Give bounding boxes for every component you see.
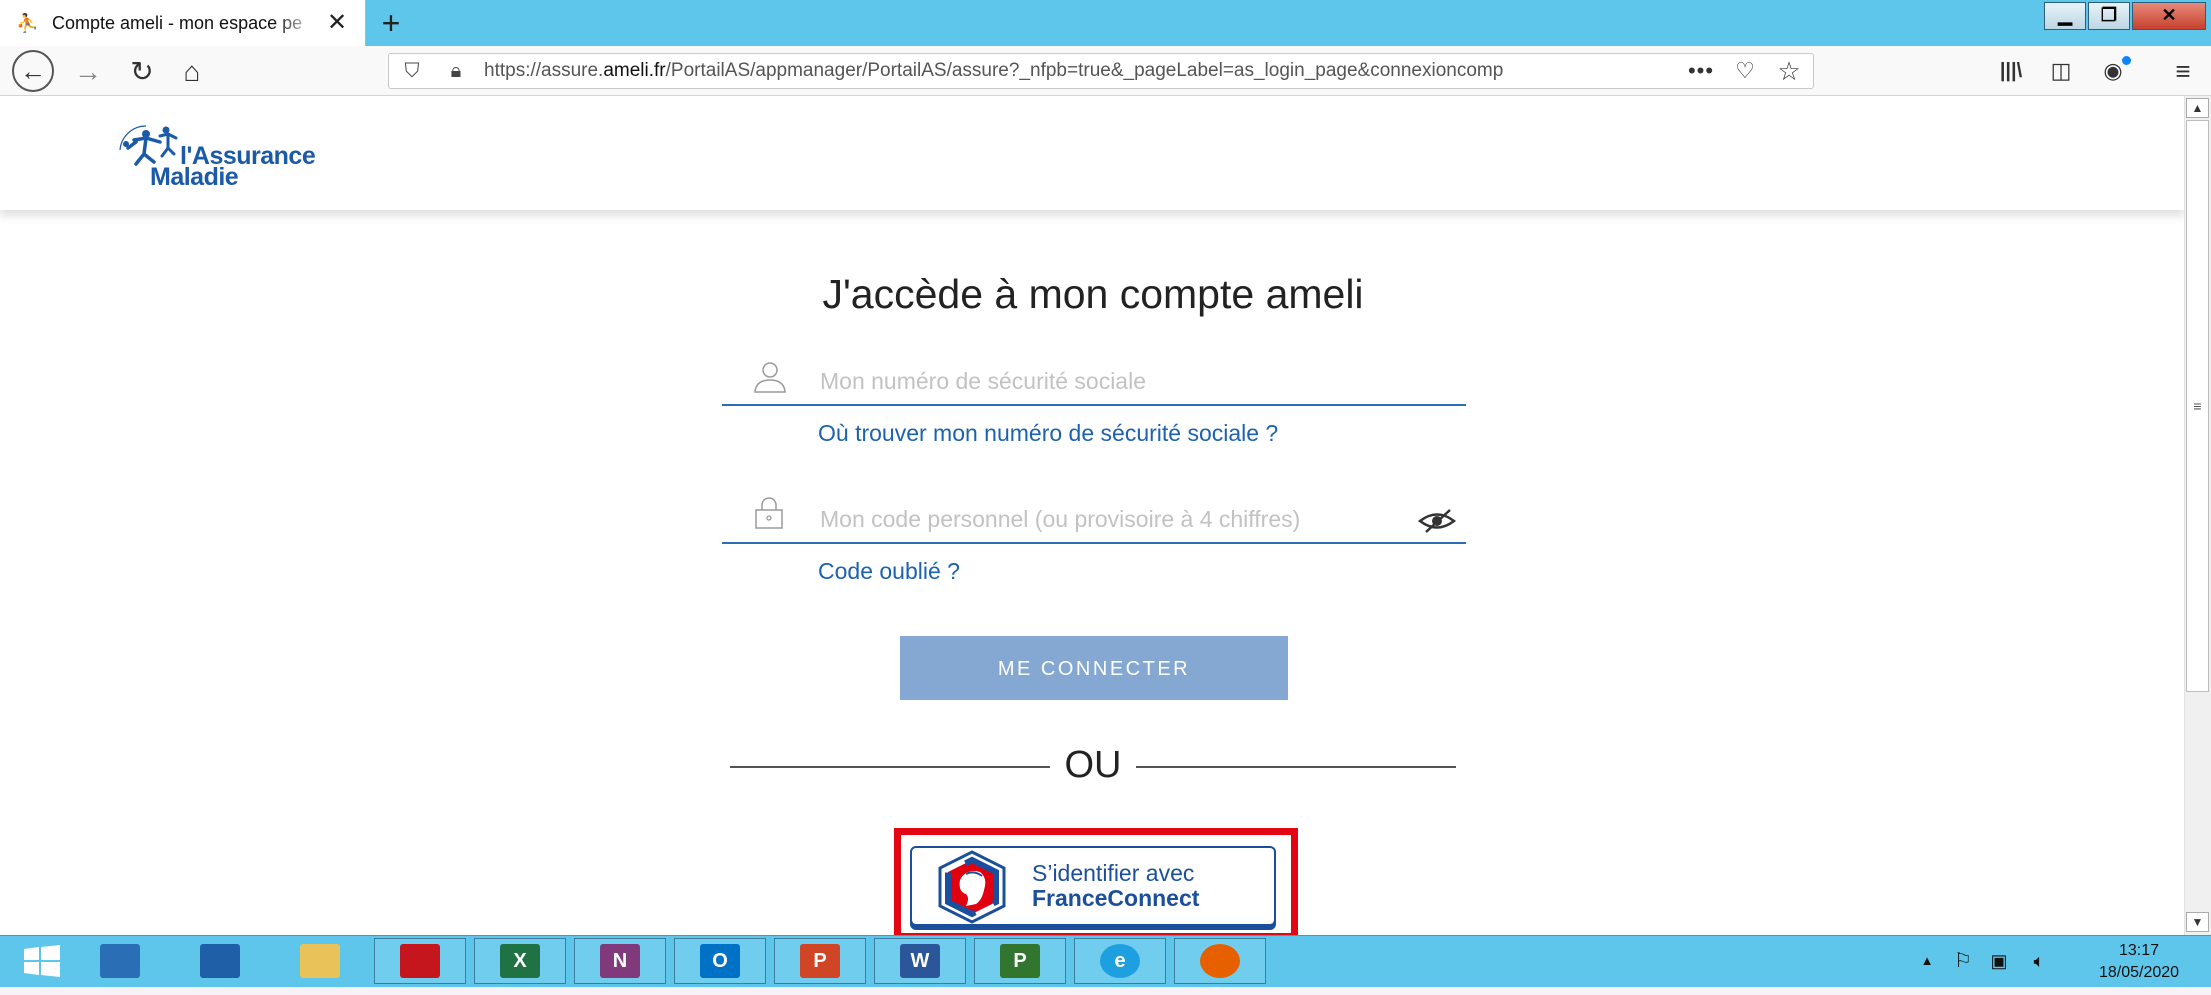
powerpoint-icon: P [800, 944, 840, 978]
padlock-icon [755, 497, 783, 529]
separator-line-left [730, 766, 1050, 768]
back-button[interactable]: ← [12, 50, 54, 92]
franceconnect-marianne-icon[interactable] [926, 850, 1018, 924]
word-icon: W [900, 944, 940, 978]
window-minimize-button[interactable]: ▁ [2044, 2, 2086, 30]
volume-icon[interactable]: 🔈︎ [2024, 948, 2054, 974]
url-path: /PortailAS/appmanager/PortailAS/assure?_… [665, 60, 1504, 81]
ssn-help-link[interactable]: Où trouver mon numéro de sécurité social… [818, 418, 1278, 448]
reload-button[interactable]: ↻ [122, 52, 162, 92]
hamburger-menu-icon[interactable]: ≡ [2166, 56, 2200, 86]
lock-icon[interactable]: 🔒︎ [444, 57, 468, 85]
url-prefix: https://assure. [484, 60, 604, 81]
url-domain: ameli.fr [603, 60, 666, 81]
page-title: J'accède à mon compte ameli [822, 271, 1364, 317]
scrollbar-grip-icon: ≡ [2193, 398, 2202, 414]
separator-line-right [1136, 766, 1456, 768]
code-field-underline [722, 542, 1466, 544]
new-tab-button[interactable]: + [374, 6, 408, 40]
clock-date[interactable]: 18/05/2020 [2084, 962, 2194, 984]
tracking-shield-icon[interactable]: ⛉ [400, 57, 424, 85]
network-icon[interactable]: ▣ [1986, 948, 2012, 974]
internet-explorer-icon: e [1100, 944, 1140, 978]
ssn-input[interactable] [820, 364, 1440, 398]
ssn-field-underline [722, 404, 1466, 406]
taskbar-bottom-strip [0, 987, 2211, 995]
library-icon[interactable]: |||\ [1994, 56, 2028, 86]
home-button[interactable]: ⌂ [172, 52, 212, 92]
site-header [0, 96, 2184, 210]
action-center-flag-icon[interactable]: ⚐ [1950, 948, 1976, 974]
file-explorer-icon [300, 944, 340, 978]
excel-icon: X [500, 944, 540, 978]
forward-button[interactable]: → [68, 52, 108, 92]
window-close-button[interactable]: ✕ [2132, 2, 2206, 30]
page-actions-icon[interactable]: ••• [1684, 56, 1718, 86]
logo-text-maladie[interactable]: Maladie [150, 164, 239, 190]
or-separator-text: OU [1064, 744, 1122, 786]
project-icon: P [1000, 944, 1040, 978]
outlook-icon: O [700, 944, 740, 978]
windows-start-icon[interactable] [22, 944, 62, 978]
bookmark-star-icon[interactable]: ☆ [1772, 56, 1806, 86]
ameli-favicon-icon: ⛹ [16, 13, 39, 33]
sidebar-icon[interactable]: ◫ [2044, 56, 2078, 86]
franceconnect-line2[interactable]: FranceConnect [1032, 884, 1199, 912]
personal-code-input[interactable] [820, 502, 1420, 536]
user-icon [754, 362, 786, 393]
scroll-down-arrow-icon[interactable]: ▼ [2186, 912, 2209, 932]
window-restore-button[interactable]: ❐ [2088, 2, 2130, 30]
show-hidden-icons-icon[interactable]: ▲ [1918, 948, 1936, 974]
tab-title[interactable]: Compte ameli - mon espace pe [52, 11, 316, 35]
scroll-up-arrow-icon[interactable]: ▲ [2186, 98, 2209, 118]
powershell-icon [200, 944, 240, 978]
forgot-code-link[interactable]: Code oublié ? [818, 556, 960, 586]
acrobat-icon [400, 944, 440, 978]
connect-button[interactable]: ME CONNECTER [900, 636, 1288, 700]
server-manager-icon [100, 944, 140, 978]
onenote-icon: N [600, 944, 640, 978]
pocket-icon[interactable]: ♡ [1728, 56, 1762, 86]
account-notification-dot [2122, 56, 2131, 65]
hide-password-eye-icon[interactable] [1418, 506, 1456, 536]
tab-close-icon[interactable]: ✕ [324, 8, 350, 38]
url-text[interactable]: https://assure.ameli.fr/PortailAS/appman… [484, 58, 1684, 84]
franceconnect-line1[interactable]: S’identifier avec [1032, 860, 1194, 886]
clock-time[interactable]: 13:17 [2084, 940, 2194, 962]
firefox-icon [1200, 944, 1240, 978]
